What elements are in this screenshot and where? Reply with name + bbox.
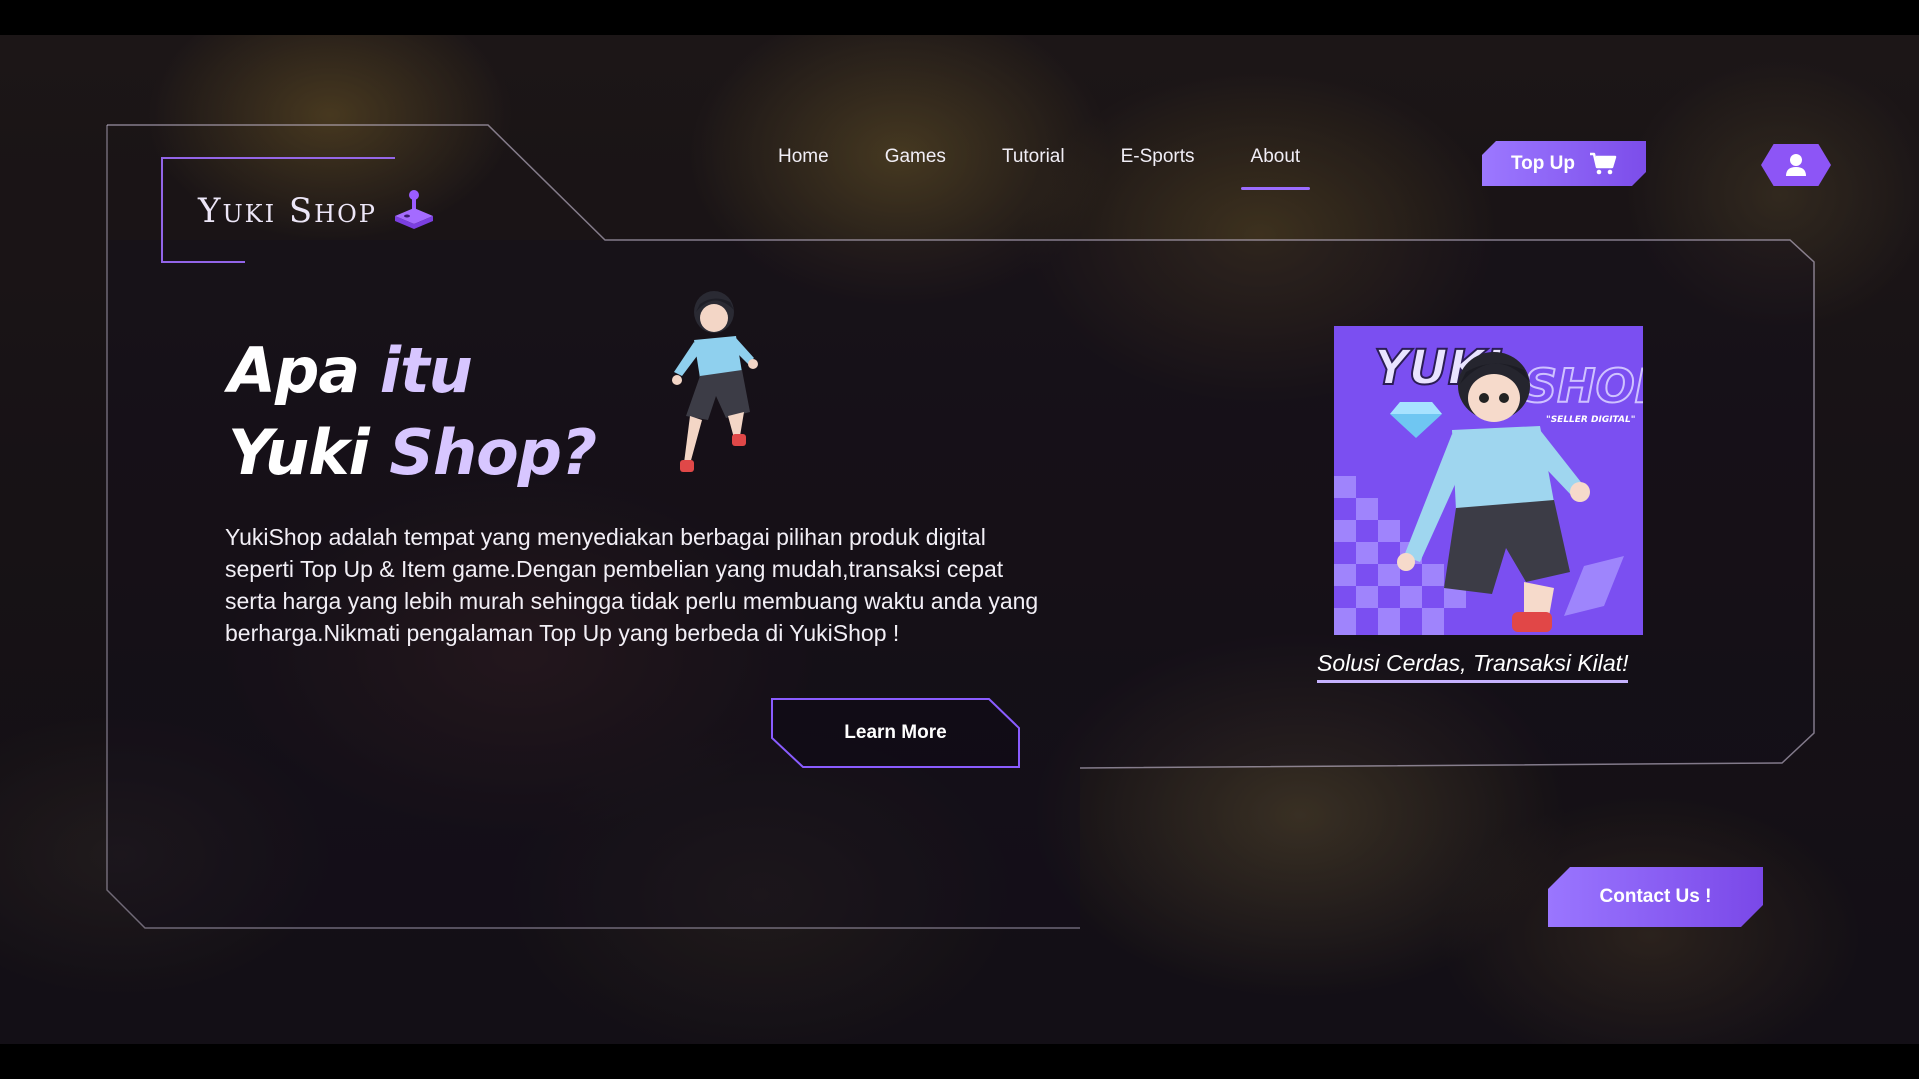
hero-title-word: Yuki: [228, 416, 390, 489]
brand-name: Yuki Shop: [198, 191, 377, 231]
user-icon: [1786, 154, 1806, 176]
cart-icon: [1589, 152, 1617, 176]
nav-about[interactable]: About: [1240, 146, 1310, 190]
topup-label: Top Up: [1510, 152, 1575, 174]
promo-illustration: YUKI SHOP "SELLER DIGITAL": [1334, 326, 1643, 635]
contact-us-button[interactable]: Contact Us !: [1548, 867, 1763, 927]
promo-image: YUKI SHOP "SELLER DIGITAL": [1334, 326, 1643, 635]
hero-title: Apa itu Yuki Shop?: [228, 330, 597, 494]
promo-caption: Solusi Cerdas, Transaksi Kilat!: [1317, 650, 1629, 683]
letterbox-top: [0, 0, 1919, 35]
promo-title-b: SHOP: [1524, 359, 1643, 413]
mascot-character: [672, 291, 758, 472]
promo-subtitle: "SELLER DIGITAL": [1546, 415, 1635, 425]
nav-tutorial[interactable]: Tutorial: [1002, 146, 1065, 190]
hero-title-accent: itu: [379, 334, 473, 407]
hero-title-word: Apa: [228, 334, 380, 407]
nav-home[interactable]: Home: [778, 146, 829, 190]
brand-logo[interactable]: Yuki Shop: [198, 188, 437, 234]
main-nav: Home Games Tutorial E-Sports About: [750, 146, 1328, 190]
topup-button[interactable]: Top Up: [1482, 141, 1646, 186]
nav-esports[interactable]: E-Sports: [1121, 146, 1195, 190]
joystick-icon: [394, 190, 433, 229]
nav-games[interactable]: Games: [885, 146, 946, 190]
learn-more-label: Learn More: [844, 722, 947, 743]
user-button[interactable]: [1761, 144, 1831, 186]
hero-description: YukiShop adalah tempat yang menyediakan …: [225, 524, 1039, 646]
learn-more-button[interactable]: Learn More: [771, 698, 1020, 768]
contact-us-label: Contact Us !: [1599, 886, 1712, 907]
hero-title-accent: Shop?: [389, 416, 597, 489]
letterbox-bottom: [0, 1044, 1919, 1079]
